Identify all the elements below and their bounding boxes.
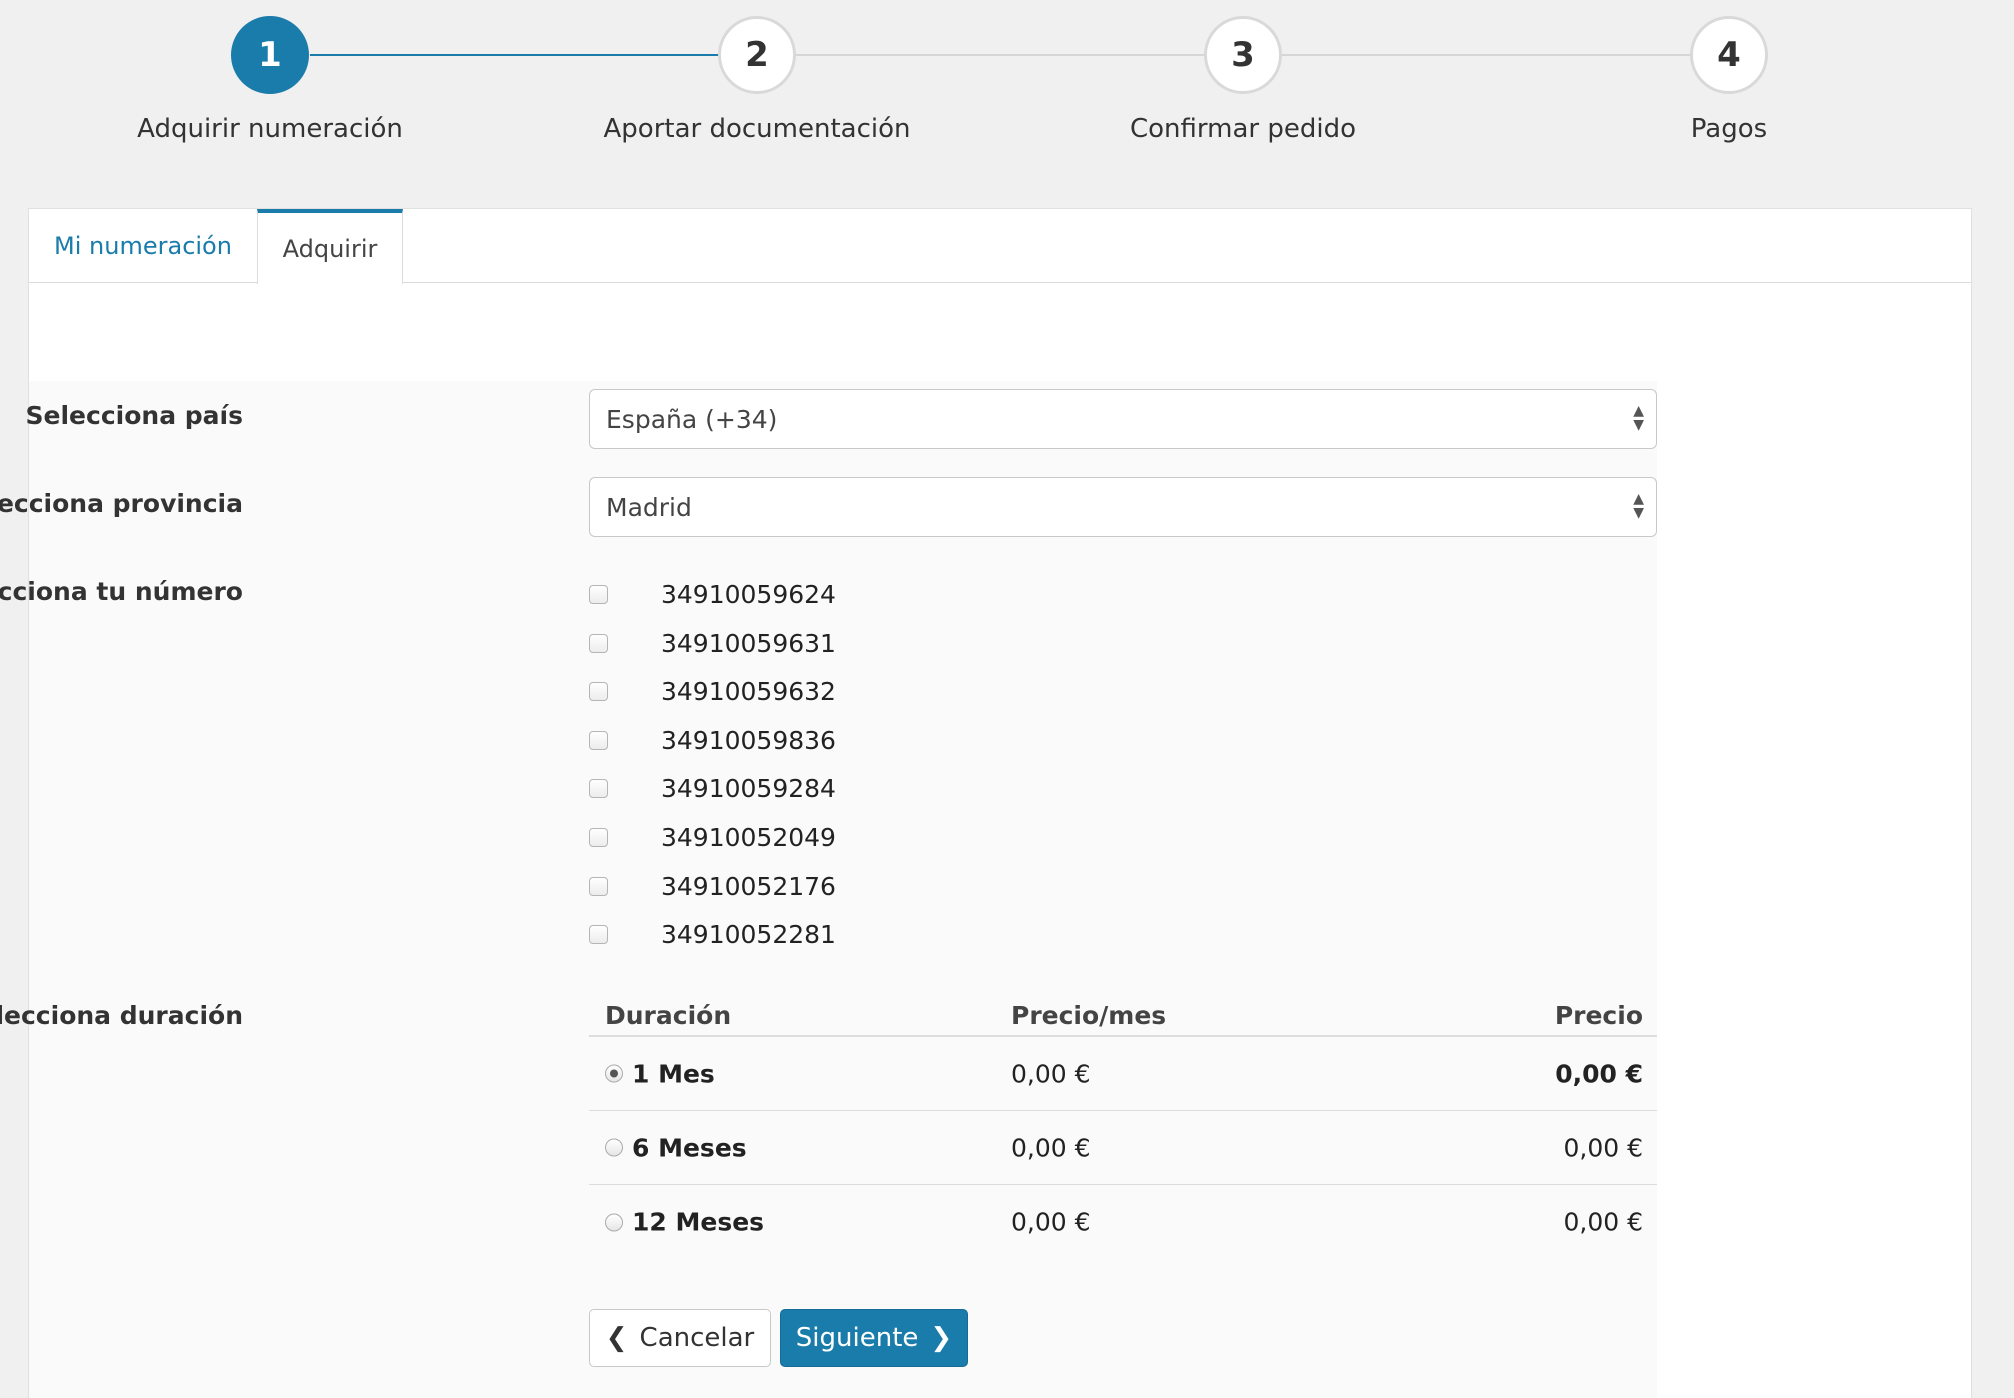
header-price-month: Precio/mes	[1011, 1001, 1167, 1030]
step-2-label: Aportar documentación	[603, 114, 911, 144]
number-option[interactable]: 34910052281	[589, 914, 836, 954]
number-text: 34910052281	[661, 919, 836, 949]
duration-cell: 6 Meses	[605, 1133, 747, 1162]
table-row[interactable]: 12 Meses 0,00 € 0,00 €	[589, 1185, 1657, 1259]
price-cell: 0,00 €	[1563, 1133, 1643, 1162]
number-option[interactable]: 34910052176	[589, 866, 836, 906]
number-checkbox[interactable]	[589, 876, 608, 896]
duration-table: Duración Precio/mes Precio 1 Mes 0,00 € …	[589, 979, 1657, 1259]
duration-cell: 1 Mes	[605, 1059, 715, 1088]
number-checkbox[interactable]	[589, 633, 608, 653]
number-checkbox[interactable]	[589, 827, 608, 847]
duration-label: Selecciona duración	[0, 1001, 243, 1030]
number-checkbox[interactable]	[589, 730, 608, 750]
price-month-cell: 0,00 €	[1011, 1133, 1091, 1162]
tab-my-numbers[interactable]: Mi numeración	[29, 209, 257, 283]
number-label: Selecciona tu número	[0, 577, 243, 606]
province-label: Selecciona provincia	[0, 489, 243, 518]
cancel-button[interactable]: ❮ Cancelar	[589, 1309, 771, 1367]
duration-text: 12 Meses	[632, 1207, 765, 1237]
tab-acquire[interactable]: Adquirir	[257, 209, 403, 284]
table-row[interactable]: 6 Meses 0,00 € 0,00 €	[589, 1111, 1657, 1185]
step-2: 2 Aportar documentación	[597, 0, 917, 144]
number-checkbox[interactable]	[589, 778, 608, 798]
chevron-right-icon: ❯	[930, 1323, 953, 1353]
cancel-button-label: Cancelar	[639, 1323, 755, 1353]
step-1: 1 Adquirir numeración	[110, 0, 430, 144]
step-1-label: Adquirir numeración	[137, 114, 403, 144]
duration-radio[interactable]	[605, 1138, 623, 1157]
country-label: Selecciona país	[25, 401, 243, 430]
step-3-circle: 3	[1204, 16, 1282, 94]
country-select-value: España (+34)	[606, 404, 778, 434]
price-cell: 0,00 €	[1555, 1059, 1643, 1088]
duration-radio[interactable]	[605, 1213, 623, 1231]
price-cell: 0,00 €	[1563, 1207, 1643, 1237]
next-button[interactable]: Siguiente ❯	[780, 1309, 968, 1367]
number-text: 34910059632	[661, 676, 836, 706]
step-2-circle: 2	[718, 16, 796, 94]
number-option[interactable]: 34910059284	[589, 768, 836, 808]
number-option[interactable]: 34910059836	[589, 720, 836, 760]
step-4: 4 Pagos	[1569, 0, 1889, 144]
table-row[interactable]: 1 Mes 0,00 € 0,00 €	[589, 1037, 1657, 1111]
step-3: 3 Confirmar pedido	[1083, 0, 1403, 144]
duration-text: 1 Mes	[632, 1059, 715, 1088]
number-option[interactable]: 34910059631	[589, 623, 836, 663]
tab-bar: Mi numeración Adquirir	[29, 209, 1971, 284]
number-text: 34910059631	[661, 628, 836, 658]
sort-arrows-icon: ▲ ▼	[1633, 403, 1644, 433]
number-checkbox[interactable]	[589, 924, 608, 944]
province-select[interactable]: Madrid ▲ ▼	[589, 477, 1657, 537]
step-3-label: Confirmar pedido	[1129, 114, 1356, 144]
duration-table-header: Duración Precio/mes Precio	[589, 979, 1657, 1037]
number-text: 34910052049	[661, 822, 836, 852]
header-duration: Duración	[605, 1001, 732, 1030]
price-month-cell: 0,00 €	[1011, 1059, 1091, 1088]
number-option[interactable]: 34910052049	[589, 817, 836, 857]
number-checkbox[interactable]	[589, 681, 608, 701]
acquire-form: Selecciona país España (+34) ▲▼ Seleccio…	[0, 381, 1657, 1398]
number-option[interactable]: 34910059632	[589, 671, 836, 711]
number-checkbox[interactable]	[589, 584, 608, 604]
number-text: 34910059284	[661, 773, 836, 803]
number-text: 34910059836	[661, 725, 836, 755]
duration-text: 6 Meses	[632, 1133, 747, 1162]
price-month-cell: 0,00 €	[1011, 1207, 1091, 1237]
country-select[interactable]: España (+34) ▲ ▼	[589, 389, 1657, 449]
step-1-circle: 1	[231, 16, 309, 94]
province-select-value: Madrid	[606, 492, 692, 522]
number-option[interactable]: 34910059624	[589, 574, 836, 614]
number-text: 34910052176	[661, 871, 836, 901]
sort-arrows-icon: ▲ ▼	[1633, 491, 1644, 521]
duration-radio[interactable]	[605, 1064, 623, 1083]
number-text: 34910059624	[661, 579, 836, 609]
step-4-circle: 4	[1690, 16, 1768, 94]
chevron-left-icon: ❮	[605, 1323, 628, 1353]
header-price: Precio	[1554, 1001, 1643, 1030]
progress-stepper: 1 Adquirir numeración 2 Aportar document…	[0, 0, 2014, 200]
acquire-card: Mi numeración Adquirir Selecciona país E…	[0, 208, 1972, 1398]
step-4-label: Pagos	[1690, 114, 1768, 144]
next-button-label: Siguiente	[795, 1323, 919, 1353]
duration-cell: 12 Meses	[605, 1208, 764, 1237]
